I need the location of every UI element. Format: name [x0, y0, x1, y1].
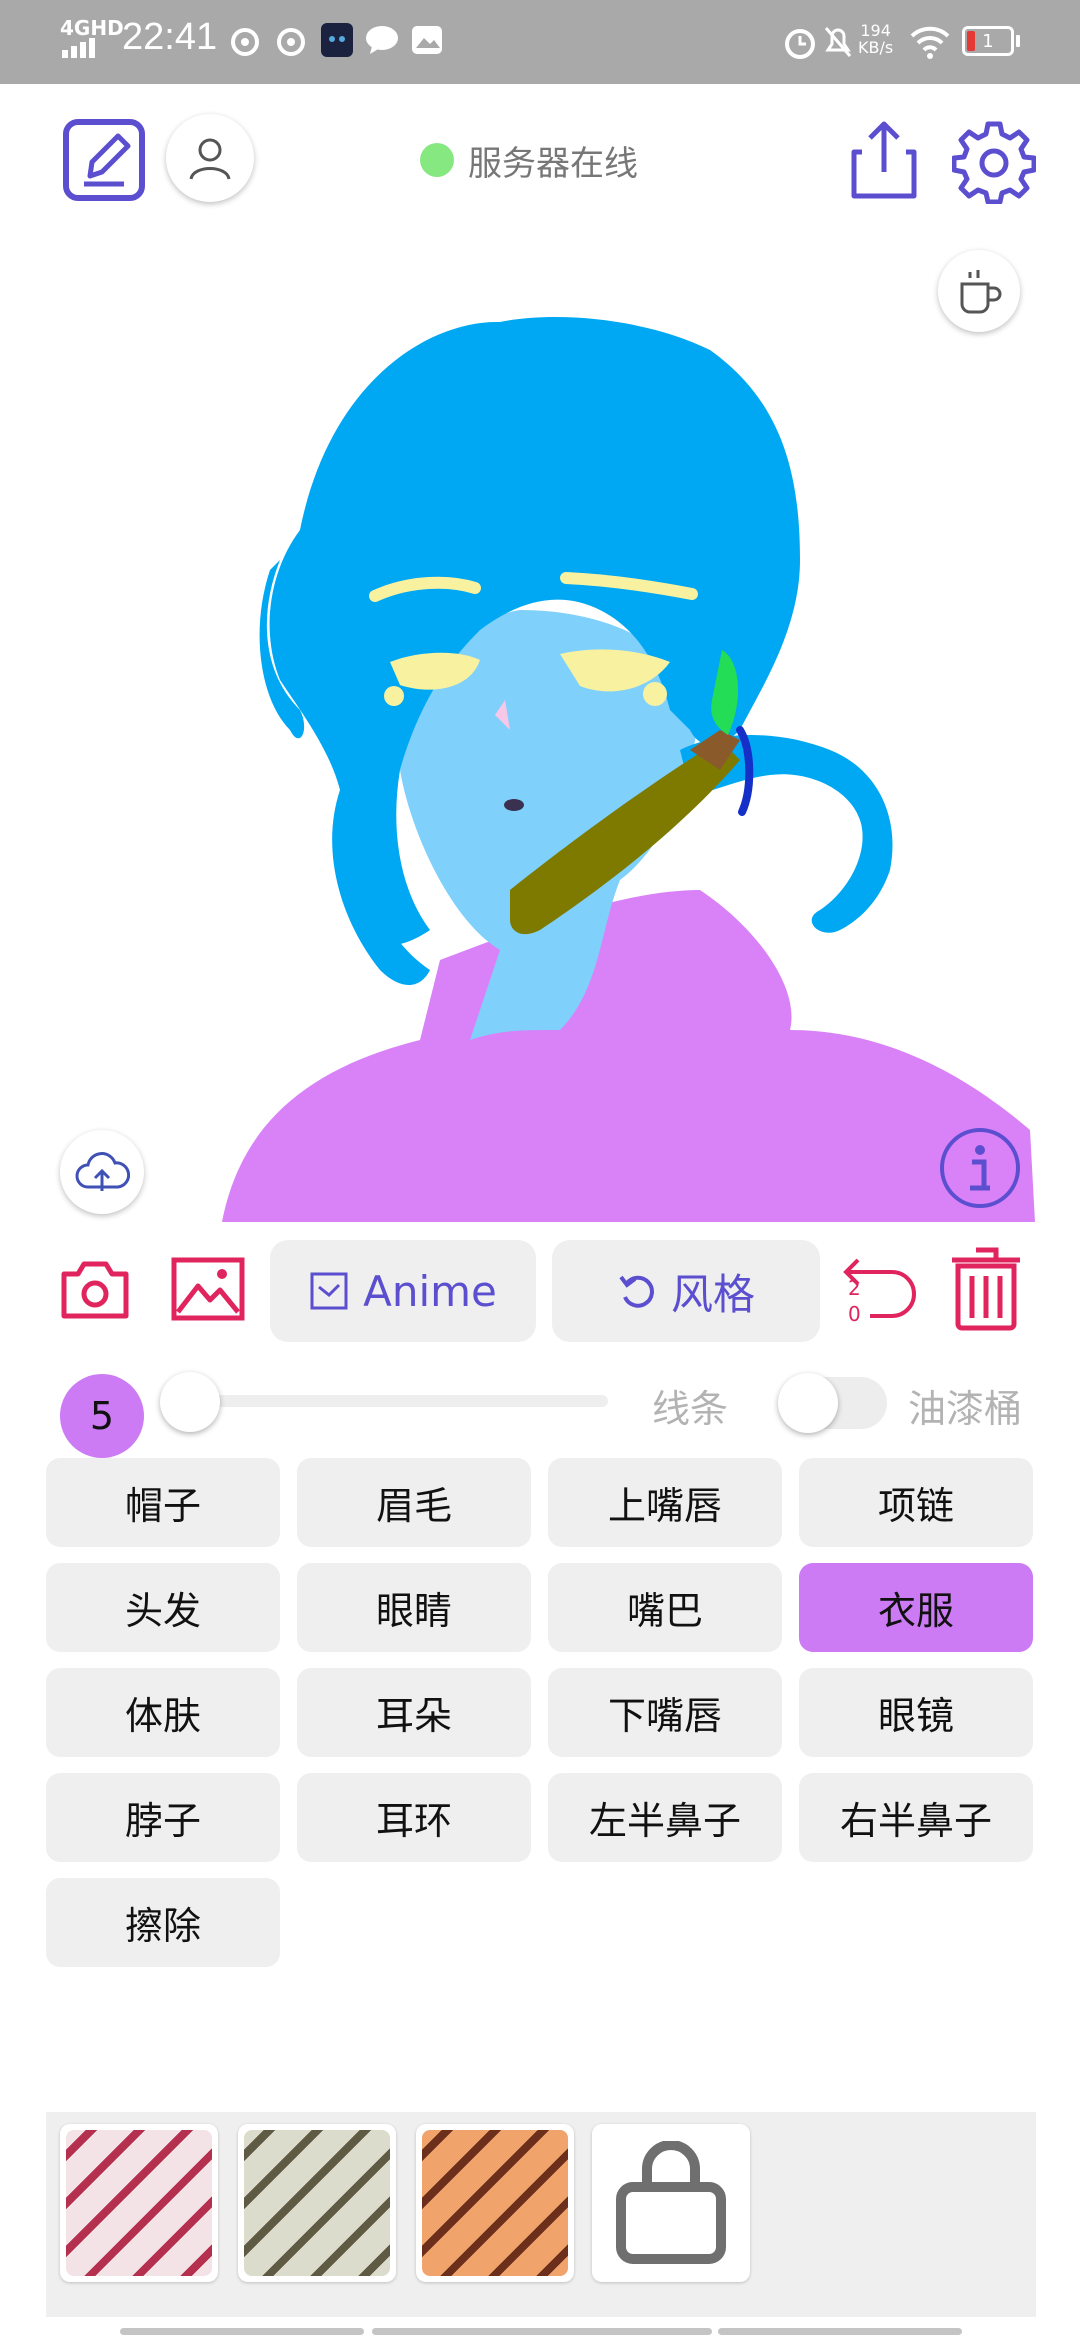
undo-count-top: 2: [848, 1276, 861, 1300]
parts-grid: 帽子 眉毛 上嘴唇 项链头发 眼睛 嘴巴 衣服体肤 耳朵 下嘴唇 眼镜脖子 耳环 左半鼻子 右半鼻子擦除: [46, 1458, 1036, 1967]
checkbox-icon: [310, 1272, 348, 1310]
part-button[interactable]: 耳环: [297, 1773, 531, 1862]
speed-value: 194: [860, 21, 891, 40]
battery-icon: 1: [962, 26, 1014, 56]
part-button[interactable]: 眼镜: [799, 1668, 1033, 1757]
part-button[interactable]: 上嘴唇: [548, 1458, 782, 1547]
message-icon: [366, 26, 398, 54]
status-bar: 4GHD 22:41 194 KB/s 1: [0, 0, 1080, 84]
trash-icon: [952, 1247, 1020, 1331]
brush-size-badge: 5: [60, 1374, 144, 1458]
style-thumb-3[interactable]: [416, 2124, 574, 2282]
nav-indicator: [120, 2328, 364, 2335]
model-label: Anime: [363, 1266, 497, 1316]
style-store-button[interactable]: [592, 2124, 750, 2282]
network-indicator: 4GHD: [60, 16, 124, 40]
part-button[interactable]: 右半鼻子: [799, 1773, 1033, 1862]
app-notification-icon: [231, 28, 259, 56]
speed-unit: KB/s: [858, 38, 894, 57]
info-button[interactable]: [938, 1126, 1022, 1210]
style-thumb-2[interactable]: [238, 2124, 396, 2282]
clock: 22:41: [122, 16, 218, 58]
gallery-button[interactable]: [170, 1256, 246, 1322]
undo-button[interactable]: 2 0: [840, 1248, 920, 1332]
model-select-button[interactable]: Anime: [270, 1240, 536, 1342]
refresh-icon: [619, 1275, 654, 1308]
part-button[interactable]: 头发: [46, 1563, 280, 1652]
profile-button[interactable]: [166, 114, 254, 202]
signal-icon: [62, 38, 95, 58]
part-button[interactable]: 左半鼻子: [548, 1773, 782, 1862]
line-mode-label: 线条: [652, 1387, 729, 1431]
coffee-cup-icon: [960, 270, 1002, 314]
part-button[interactable]: 帽子: [46, 1458, 280, 1547]
part-button[interactable]: 擦除: [46, 1878, 280, 1967]
edit-button[interactable]: [62, 118, 146, 202]
edit-icon: [63, 119, 145, 201]
part-button[interactable]: 体肤: [46, 1668, 280, 1757]
alarm-icon: [785, 29, 815, 59]
nav-indicator: [718, 2328, 962, 2335]
part-button[interactable]: 衣服: [799, 1563, 1033, 1652]
part-button[interactable]: 脖子: [46, 1773, 280, 1862]
style-button[interactable]: 风格: [552, 1240, 820, 1342]
wifi-icon: [910, 26, 950, 59]
bucket-mode-label: 油漆桶: [908, 1387, 1023, 1431]
sketch-drawing: [222, 317, 1035, 1222]
app-bot-icon: [321, 23, 353, 57]
camera-button[interactable]: [60, 1256, 130, 1322]
camera-icon: [61, 1261, 129, 1319]
server-status: 服务器在线: [420, 138, 638, 184]
settings-button[interactable]: [952, 120, 1036, 204]
style-texture: [244, 2130, 390, 2276]
app-notification-icon: [277, 28, 305, 56]
mode-toggle-thumb[interactable]: [778, 1373, 838, 1433]
battery-tip: [1016, 35, 1020, 47]
user-icon: [189, 138, 231, 180]
style-texture: [422, 2130, 568, 2276]
image-icon: [171, 1257, 245, 1321]
brush-size-slider-track[interactable]: [170, 1395, 608, 1407]
cloud-upload-icon: [75, 1152, 130, 1191]
share-button[interactable]: [848, 118, 920, 202]
part-button[interactable]: 耳朵: [297, 1668, 531, 1757]
battery-level: 1: [982, 30, 994, 52]
style-tray: [46, 2112, 1036, 2317]
shopping-bag-icon: [616, 2141, 726, 2264]
nav-indicator: [372, 2328, 712, 2335]
undo-count-bottom: 0: [848, 1302, 861, 1326]
server-status-label: 服务器在线: [468, 143, 638, 184]
part-button[interactable]: 项链: [799, 1458, 1033, 1547]
coffee-button[interactable]: [938, 250, 1020, 332]
mute-icon: [824, 27, 852, 57]
status-dot: [420, 143, 454, 177]
style-thumb-1[interactable]: [60, 2124, 218, 2282]
part-button[interactable]: 眼睛: [297, 1563, 531, 1652]
info-icon: [940, 1128, 1020, 1208]
drawing-canvas[interactable]: [0, 230, 1035, 1222]
brush-size-slider-thumb[interactable]: [160, 1372, 220, 1432]
network-speed: 194 KB/s: [858, 22, 893, 56]
gear-icon: [952, 121, 1036, 204]
part-button[interactable]: 嘴巴: [548, 1563, 782, 1652]
share-icon: [851, 121, 917, 199]
upload-button[interactable]: [60, 1130, 144, 1214]
delete-button[interactable]: [948, 1246, 1024, 1332]
style-texture: [66, 2130, 212, 2276]
gallery-notification-icon: [412, 26, 442, 54]
part-button[interactable]: 下嘴唇: [548, 1668, 782, 1757]
part-button[interactable]: 眉毛: [297, 1458, 531, 1547]
style-label: 风格: [670, 1269, 755, 1319]
